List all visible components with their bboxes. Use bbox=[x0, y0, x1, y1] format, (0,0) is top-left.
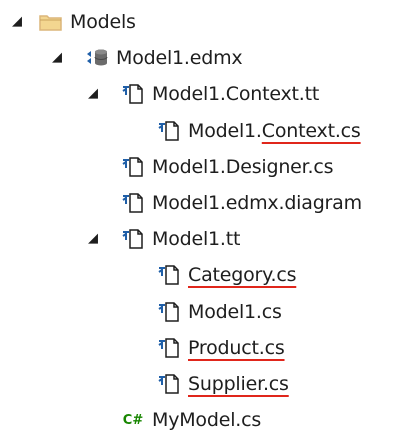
generated-file-icon bbox=[120, 190, 146, 216]
label-part: Model1.Context.tt bbox=[152, 83, 320, 106]
label-part: Model1.edmx.diagram bbox=[152, 192, 362, 214]
label-part: Models bbox=[70, 11, 136, 33]
csharp-file-icon: C# bbox=[120, 407, 146, 433]
edmx-model-icon bbox=[84, 45, 110, 71]
tree-item-label: Model1.Designer.cs bbox=[152, 155, 334, 178]
model1-edmx-expander[interactable]: ◢ bbox=[52, 40, 62, 76]
tree-item-label: Model1.Context.tt bbox=[152, 83, 319, 105]
tree-item-mymodel-cs[interactable]: C# MyModel.cs bbox=[120, 402, 261, 438]
tree-item-model1-designer-cs[interactable]: Model1.Designer.cs bbox=[120, 149, 334, 185]
tree-item-model1-edmx[interactable]: Model1.edmx bbox=[84, 40, 243, 76]
folder-icon bbox=[38, 9, 64, 35]
tree-item-label: Model1.edmx.diagram bbox=[152, 192, 362, 214]
label-part: MyModel.cs bbox=[152, 409, 262, 432]
label-part: Model1.cs bbox=[188, 300, 282, 323]
label-part: Model1.Designer.cs bbox=[152, 155, 334, 178]
generated-file-icon bbox=[156, 118, 182, 144]
tree-item-label: Model1.Context.cs bbox=[188, 120, 361, 142]
tree-item-label: Category.cs bbox=[188, 264, 296, 286]
model1-context-tt-expander[interactable]: ◢ bbox=[88, 76, 98, 112]
tree-item-label: MyModel.cs bbox=[152, 409, 261, 431]
tree-item-product-cs[interactable]: Product.cs bbox=[156, 330, 285, 366]
model1-tt-expander[interactable]: ◢ bbox=[88, 221, 98, 257]
tree-item-supplier-cs[interactable]: Supplier.cs bbox=[156, 366, 289, 402]
generated-file-icon bbox=[156, 299, 182, 325]
tree-item-model1-context-tt[interactable]: Model1.Context.tt bbox=[120, 76, 319, 112]
tree-item-model1-context-cs[interactable]: Model1.Context.cs bbox=[156, 113, 361, 149]
generated-file-icon bbox=[120, 154, 146, 180]
underlined-label-part: Category.cs bbox=[188, 264, 297, 287]
solution-explorer-tree: ◢ Models ◢ Model1.edmx ◢ Model1.Context.tt Mod… bbox=[0, 0, 406, 434]
tree-item-models[interactable]: Models bbox=[38, 4, 136, 40]
tree-item-model1-edmx-diagram[interactable]: Model1.edmx.diagram bbox=[120, 185, 362, 221]
tree-item-label: Model1.edmx bbox=[116, 47, 243, 70]
label-part: Model1.edmx bbox=[116, 47, 243, 70]
generated-file-icon bbox=[156, 262, 182, 288]
tree-item-label: Model1.cs bbox=[188, 301, 282, 323]
tree-item-model1-cs[interactable]: Model1.cs bbox=[156, 294, 282, 330]
tree-item-label: Supplier.cs bbox=[188, 373, 289, 395]
generated-file-icon bbox=[156, 335, 182, 361]
underlined-label-part: Product.cs bbox=[188, 336, 285, 359]
tree-item-model1-tt[interactable]: Model1.tt bbox=[120, 221, 240, 257]
underlined-label-part: Context.cs bbox=[261, 119, 361, 142]
underlined-label-part: Supplier.cs bbox=[188, 373, 289, 395]
tree-item-category-cs[interactable]: Category.cs bbox=[156, 257, 296, 293]
csharp-icon-text: C# bbox=[122, 412, 144, 428]
generated-file-icon bbox=[156, 371, 182, 397]
models-expander[interactable]: ◢ bbox=[12, 4, 22, 40]
tree-item-label: Model1.tt bbox=[152, 228, 240, 250]
tree-item-label: Models bbox=[70, 11, 136, 33]
label-part: Model1. bbox=[188, 119, 262, 142]
text-template-file-icon bbox=[120, 81, 146, 107]
label-part: Model1.tt bbox=[152, 228, 241, 251]
text-template-file-icon bbox=[120, 226, 146, 252]
tree-item-label: Product.cs bbox=[188, 337, 285, 359]
